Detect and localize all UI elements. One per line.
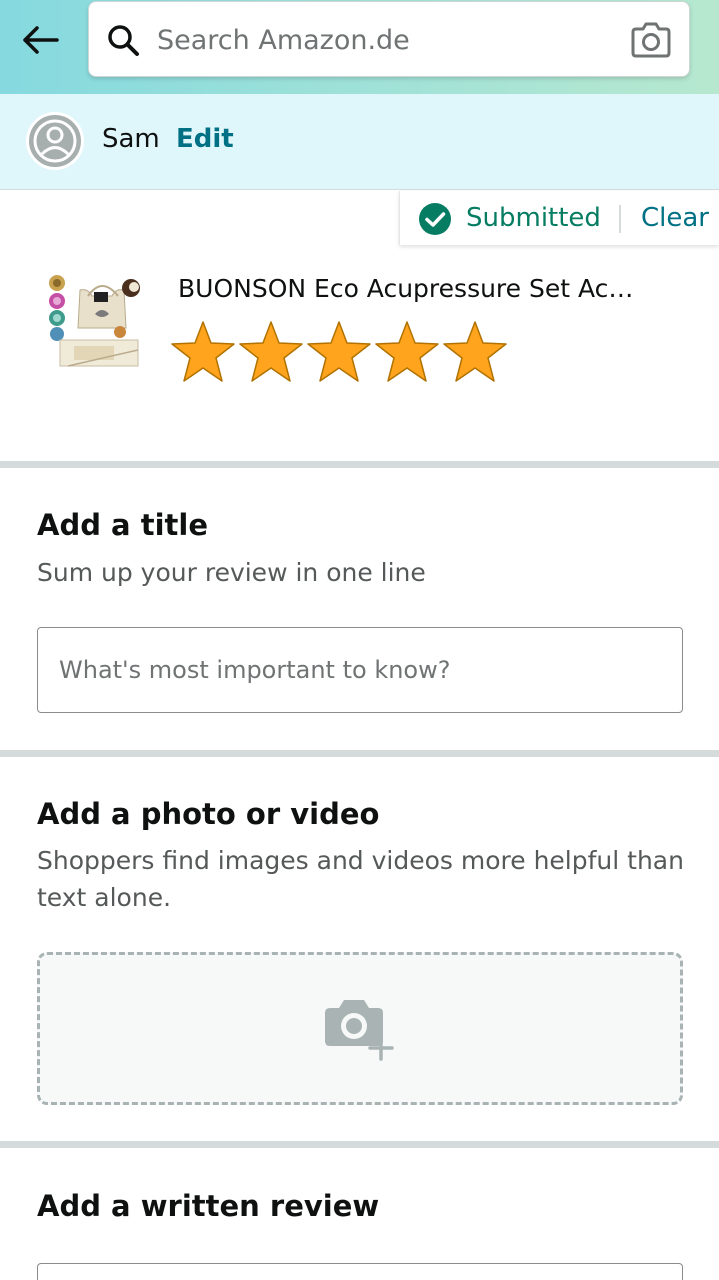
arrow-left-icon bbox=[23, 26, 59, 54]
star-rating[interactable] bbox=[170, 320, 510, 384]
status-divider bbox=[619, 205, 621, 233]
written-review-input[interactable] bbox=[37, 1263, 683, 1280]
written-review-heading: Add a written review bbox=[37, 1189, 380, 1223]
avatar bbox=[26, 112, 84, 170]
review-title-input[interactable] bbox=[37, 627, 683, 713]
photo-section-subtitle: Shoppers find images and videos more hel… bbox=[37, 846, 684, 912]
star-icon[interactable] bbox=[442, 320, 510, 384]
search-input[interactable] bbox=[157, 16, 607, 64]
star-icon[interactable] bbox=[306, 320, 374, 384]
product-image bbox=[49, 275, 140, 367]
search-bar[interactable] bbox=[88, 1, 690, 77]
photo-section-heading: Add a photo or video bbox=[37, 797, 380, 831]
submitted-status: Submitted bbox=[466, 203, 601, 233]
top-navigation-bar bbox=[0, 0, 719, 94]
add-photo-button[interactable] bbox=[37, 952, 683, 1105]
back-button[interactable] bbox=[16, 18, 64, 62]
section-divider bbox=[0, 1141, 719, 1148]
user-bar: Sam Edit bbox=[0, 94, 719, 190]
edit-profile-link[interactable]: Edit bbox=[176, 124, 234, 154]
clear-button[interactable]: Clear bbox=[641, 203, 709, 233]
title-section-heading: Add a title bbox=[37, 508, 208, 542]
product-name: BUONSON Eco Acupressure Set Ac… bbox=[178, 274, 634, 303]
user-icon bbox=[33, 119, 77, 163]
camera-icon[interactable] bbox=[629, 20, 673, 60]
check-circle-icon bbox=[419, 203, 451, 235]
section-divider bbox=[0, 461, 719, 468]
search-icon bbox=[108, 25, 139, 56]
user-name: Sam bbox=[102, 124, 160, 154]
star-icon[interactable] bbox=[374, 320, 442, 384]
section-divider bbox=[0, 750, 719, 757]
add-camera-icon bbox=[325, 1000, 394, 1061]
title-section-subtitle: Sum up your review in one line bbox=[37, 558, 426, 587]
review-status-bar: Submitted Clear bbox=[399, 191, 719, 245]
star-icon[interactable] bbox=[238, 320, 306, 384]
star-icon[interactable] bbox=[170, 320, 238, 384]
